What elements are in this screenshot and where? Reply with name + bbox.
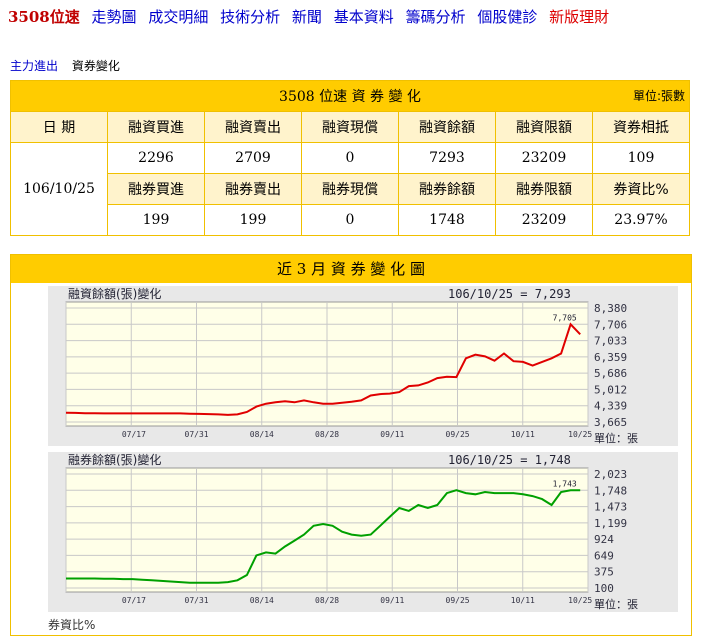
stock-title: 3508位速: [8, 8, 80, 26]
table-title-cell: 3508 位速 資 券 變 化 單位:張數: [10, 80, 690, 112]
x-tick-label: 10/11: [511, 430, 535, 439]
table-cell: 199: [204, 204, 302, 236]
y-tick-label: 8,380: [594, 302, 627, 315]
short-balance-svg: 2,023 1,748 1,473 1,199 924 649 375 100 07/17 07/…: [65, 452, 638, 611]
col-header: 融資限額: [495, 111, 593, 143]
col-header: 融券賣出: [204, 173, 302, 205]
unit-label: 單位：張: [594, 597, 638, 611]
col-header: 融資買進: [107, 111, 205, 143]
x-tick-label: 08/14: [250, 596, 274, 605]
nav-link-trades[interactable]: 成交明細: [148, 8, 208, 26]
col-header: 資券相抵: [592, 111, 690, 143]
date-header: 日 期: [10, 111, 108, 143]
short-balance-chart: 2,023 1,748 1,473 1,199 924 649 375 100 07/17 07/…: [48, 452, 678, 612]
table-cell: 7293: [398, 142, 496, 174]
nav-link-news[interactable]: 新聞: [292, 8, 322, 26]
nav-link-chips[interactable]: 籌碼分析: [406, 8, 466, 26]
x-tick-label: 07/17: [122, 596, 146, 605]
ratio-chart-title: 券資比%: [48, 618, 96, 632]
y-tick-label: 649: [594, 549, 614, 562]
table-cell: 2296: [107, 142, 205, 174]
y-tick-label: 375: [594, 566, 614, 579]
table-cell: 0: [301, 142, 399, 174]
y-tick-label: 2,023: [594, 468, 627, 481]
subnav-link-main-force[interactable]: 主力進出: [10, 59, 58, 73]
x-tick-label: 09/25: [446, 430, 470, 439]
y-tick-label: 4,339: [594, 400, 627, 413]
col-header: 融券買進: [107, 173, 205, 205]
col-header: 融資餘額: [398, 111, 496, 143]
y-tick-label: 1,748: [594, 484, 627, 497]
col-header: 融券餘額: [398, 173, 496, 205]
subnav-current: 資券變化: [71, 59, 120, 73]
y-tick-label: 1,473: [594, 501, 627, 514]
chart-panel-title: 近 3 月 資 券 變 化 圖: [11, 255, 691, 283]
nav-link-basic[interactable]: 基本資料: [334, 8, 394, 26]
col-header: 融券現償: [301, 173, 399, 205]
y-tick-label: 5,686: [594, 367, 627, 380]
table-title: 3508 位速 資 券 變 化: [279, 89, 421, 105]
x-tick-label: 09/25: [446, 596, 470, 605]
chart-title: 融資餘額(張)變化: [68, 286, 161, 301]
margin-balance-chart: 8,380 7,706 7,033 6,359 5,686 5,012 4,339 3,665…: [48, 286, 678, 446]
x-tick-label: 09/11: [380, 596, 404, 605]
x-tick-label: 08/28: [315, 430, 339, 439]
table-cell: 23209: [495, 142, 593, 174]
table-unit: 單位:張數: [632, 89, 685, 103]
y-tick-label: 5,012: [594, 383, 627, 396]
y-tick-label: 3,665: [594, 416, 627, 429]
table-cell: 1748: [398, 204, 496, 236]
x-tick-label: 10/11: [511, 596, 535, 605]
table-cell: 23209: [495, 204, 593, 236]
y-tick-label: 6,359: [594, 351, 627, 364]
table-cell: 23.97%: [592, 204, 690, 236]
sub-nav: 主力進出 資券變化: [10, 57, 120, 74]
table-cell: 0: [301, 204, 399, 236]
x-tick-label: 10/25: [568, 596, 592, 605]
nav-link-trend[interactable]: 走勢圖: [92, 8, 137, 26]
top-nav: 3508位速 走勢圖 成交明細 技術分析 新聞 基本資料 籌碼分析 個股健診 新…: [8, 6, 616, 27]
unit-label: 單位：張: [594, 431, 638, 445]
x-tick-label: 07/31: [185, 596, 209, 605]
y-tick-label: 924: [594, 533, 614, 546]
y-tick-label: 7,706: [594, 318, 627, 331]
x-tick-label: 09/11: [380, 430, 404, 439]
x-tick-label: 07/17: [122, 430, 146, 439]
date-cell: 106/10/25: [10, 142, 108, 236]
last-point-label: 1,743: [553, 479, 577, 488]
table-cell: 109: [592, 142, 690, 174]
latest-value-label: 106/10/25 = 1,748: [448, 453, 571, 467]
col-header: 融資現償: [301, 111, 399, 143]
table-cell: 2709: [204, 142, 302, 174]
x-tick-label: 10/25: [568, 430, 592, 439]
latest-value-label: 106/10/25 = 7,293: [448, 287, 571, 301]
col-header: 融資賣出: [204, 111, 302, 143]
nav-link-new-finance[interactable]: 新版理財: [549, 8, 609, 26]
col-header: 融券限額: [495, 173, 593, 205]
nav-link-health[interactable]: 個股健診: [477, 8, 537, 26]
x-tick-label: 08/14: [250, 430, 274, 439]
x-tick-label: 08/28: [315, 596, 339, 605]
x-tick-label: 07/31: [185, 430, 209, 439]
y-tick-label: 100: [594, 582, 614, 595]
last-point-label: 7,705: [553, 313, 577, 322]
col-header: 券資比%: [592, 173, 690, 205]
table-cell: 199: [107, 204, 205, 236]
margin-table: 3508 位速 資 券 變 化 單位:張數 日 期 融資買進 融資賣出 融資現償…: [10, 80, 690, 236]
y-tick-label: 1,199: [594, 517, 627, 530]
margin-balance-svg: 8,380 7,706 7,033 6,359 5,686 5,012 4,339 3,665…: [65, 286, 638, 445]
y-tick-label: 7,033: [594, 335, 627, 348]
chart-title: 融券餘額(張)變化: [68, 452, 161, 467]
nav-link-technical[interactable]: 技術分析: [220, 8, 280, 26]
